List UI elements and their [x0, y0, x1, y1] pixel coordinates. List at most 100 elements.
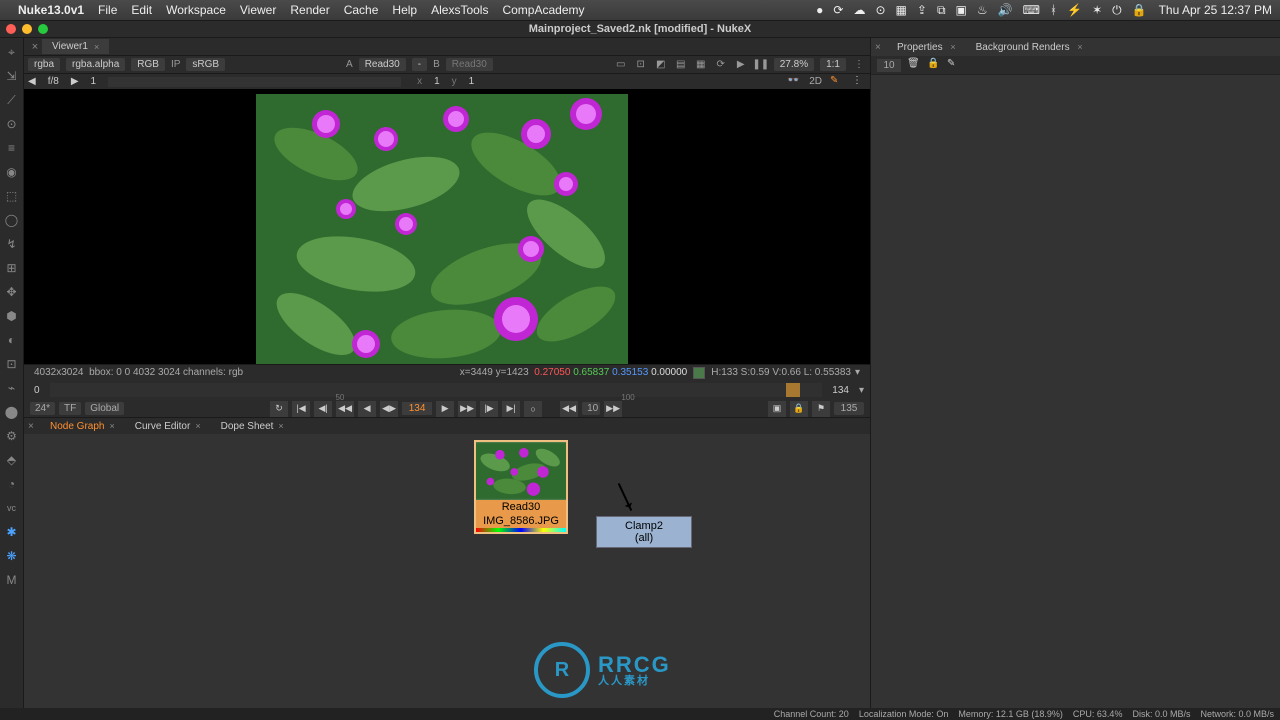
view-icon[interactable]: ▣ — [768, 401, 786, 417]
status-icon[interactable]: ☁ — [853, 3, 865, 17]
pencil-icon[interactable]: ✎ — [947, 58, 961, 72]
viewer-tab[interactable]: Viewer1 × — [42, 39, 109, 54]
status-icon[interactable]: ▦ — [896, 3, 907, 17]
tab-close-icon[interactable]: × — [278, 421, 283, 431]
play-back-icon[interactable]: ◀ — [358, 401, 376, 417]
tool-icon[interactable]: vc — [4, 500, 20, 516]
status-icon[interactable]: ⌨ — [1023, 3, 1040, 17]
wipe-icon[interactable]: ◩ — [654, 58, 668, 72]
menu-viewer[interactable]: Viewer — [240, 3, 276, 17]
tool-icon[interactable]: ⬘ — [4, 452, 20, 468]
tool-icon[interactable]: ⊙ — [4, 116, 20, 132]
gamma-value[interactable]: 1 — [87, 76, 101, 87]
timeline-track[interactable]: 50 100 — [50, 383, 823, 397]
lock-all-icon[interactable]: 🔒 — [927, 58, 941, 72]
status-icon[interactable]: 🔊 — [998, 3, 1013, 17]
tab-background-renders[interactable]: Background Renders × — [966, 40, 1093, 55]
fps-selector[interactable]: 24* — [30, 402, 55, 415]
tool-icon[interactable]: ⬤ — [4, 404, 20, 420]
app-name-menu[interactable]: Nuke13.0v1 — [18, 3, 84, 17]
menu-edit[interactable]: Edit — [131, 3, 152, 17]
tool-icon[interactable]: ⟋ — [4, 92, 20, 108]
menu-file[interactable]: File — [98, 3, 117, 17]
skip-back-icon[interactable]: ◀◀ — [560, 401, 578, 417]
pane-close-icon[interactable]: × — [28, 421, 40, 432]
layer-selector[interactable]: rgba — [28, 58, 60, 71]
timeline-chevron-icon[interactable]: ▾ — [859, 385, 864, 396]
pencil-icon[interactable]: ✎ — [830, 75, 844, 89]
status-icon[interactable]: ⚡ — [1067, 3, 1082, 17]
viewer-viewport[interactable] — [24, 90, 870, 364]
viewer-options-icon[interactable]: ⋮ — [852, 75, 866, 89]
timeformat-selector[interactable]: TF — [59, 402, 81, 415]
tab-close-icon[interactable]: × — [950, 42, 955, 52]
status-icon[interactable]: ✶ — [1092, 3, 1102, 17]
ratio-selector[interactable]: 1:1 — [820, 58, 846, 71]
max-panels-field[interactable]: 10 — [877, 59, 901, 72]
status-icon[interactable]: ⊙ — [875, 3, 885, 17]
tool-icon[interactable]: ⊞ — [4, 260, 20, 276]
range-selector[interactable]: Global — [85, 402, 124, 415]
colorspace-selector[interactable]: RGB — [131, 58, 165, 71]
tab-curve-editor[interactable]: Curve Editor × — [125, 419, 211, 434]
exposure-slider[interactable] — [108, 77, 401, 87]
menu-cache[interactable]: Cache — [344, 3, 379, 17]
tool-icon[interactable]: ✥ — [4, 284, 20, 300]
zoom-selector[interactable]: 27.8% — [774, 58, 814, 71]
tab-close-icon[interactable]: × — [195, 421, 200, 431]
roi-icon[interactable]: ⊡ — [634, 58, 648, 72]
x-value[interactable]: 1 — [430, 76, 444, 87]
record-icon[interactable]: ○ — [524, 401, 542, 417]
tab-close-icon[interactable]: × — [94, 42, 99, 52]
step-back-icon[interactable]: ◀◀ — [336, 401, 354, 417]
wipe-selector[interactable]: - — [412, 58, 427, 71]
tool-icon[interactable]: ⌖ — [4, 44, 20, 60]
window-zoom-button[interactable] — [38, 24, 48, 34]
pause-play-icon[interactable]: ▶ — [734, 58, 748, 72]
node-graph[interactable]: Read30 IMG_8586.JPG Clamp2 (all) R RRCG … — [24, 434, 870, 708]
menu-render[interactable]: Render — [290, 3, 329, 17]
tab-close-icon[interactable]: × — [109, 421, 114, 431]
input-a-node[interactable]: Read30 — [359, 58, 406, 71]
last-frame-icon[interactable]: ▶| — [502, 401, 520, 417]
flag-icon[interactable]: ⚑ — [812, 401, 830, 417]
timeline-playhead[interactable] — [786, 383, 800, 397]
proxy-icon[interactable]: ▦ — [694, 58, 708, 72]
status-icon[interactable]: ♨ — [977, 3, 988, 17]
stereo-icon[interactable]: 👓 — [787, 75, 801, 89]
end-frame-field[interactable]: 135 — [834, 402, 864, 415]
y-value[interactable]: 1 — [465, 76, 479, 87]
tool-icon[interactable]: ◉ — [4, 164, 20, 180]
loop-icon[interactable]: ↻ — [270, 401, 288, 417]
options-icon[interactable]: ⋮ — [852, 58, 866, 72]
refresh-icon[interactable]: ⟳ — [714, 58, 728, 72]
skip-frames-field[interactable]: 10 — [582, 402, 600, 415]
tab-properties[interactable]: Properties × — [887, 40, 966, 55]
window-minimize-button[interactable] — [22, 24, 32, 34]
menu-compacademy[interactable]: CompAcademy — [502, 3, 584, 17]
menu-help[interactable]: Help — [392, 3, 417, 17]
timeline-end-frame[interactable]: 134 — [828, 385, 853, 396]
tool-icon[interactable]: ↯ — [4, 236, 20, 252]
window-close-button[interactable] — [6, 24, 16, 34]
tool-icon[interactable]: ❋ — [4, 548, 20, 564]
overscan-icon[interactable]: ▭ — [614, 58, 628, 72]
timeline-start-frame[interactable]: 0 — [30, 385, 44, 396]
tool-icon[interactable]: ⌁ — [4, 380, 20, 396]
tool-icon[interactable]: ◯ — [4, 212, 20, 228]
skip-fwd-icon[interactable]: ▶▶ — [604, 401, 622, 417]
prev-key-icon[interactable]: ◀| — [314, 401, 332, 417]
tool-icon[interactable]: ⊡ — [4, 356, 20, 372]
clear-all-icon[interactable]: 🗑 — [907, 58, 921, 72]
lock-icon[interactable]: 🔒 — [790, 401, 808, 417]
tool-icon[interactable]: ⇲ — [4, 68, 20, 84]
fstop-value[interactable]: f/8 — [44, 76, 63, 87]
play-forward-icon[interactable]: ▶ — [436, 401, 454, 417]
current-frame-field[interactable]: 134 — [402, 402, 432, 415]
status-icon[interactable]: ᚼ — [1050, 3, 1057, 17]
tool-icon[interactable]: ✱ — [4, 524, 20, 540]
status-icon[interactable]: 🔒 — [1132, 3, 1147, 17]
tool-icon[interactable]: ◐ — [4, 332, 20, 348]
node-connection-arrow[interactable] — [618, 483, 632, 511]
pause-icon[interactable]: ❚❚ — [754, 58, 768, 72]
